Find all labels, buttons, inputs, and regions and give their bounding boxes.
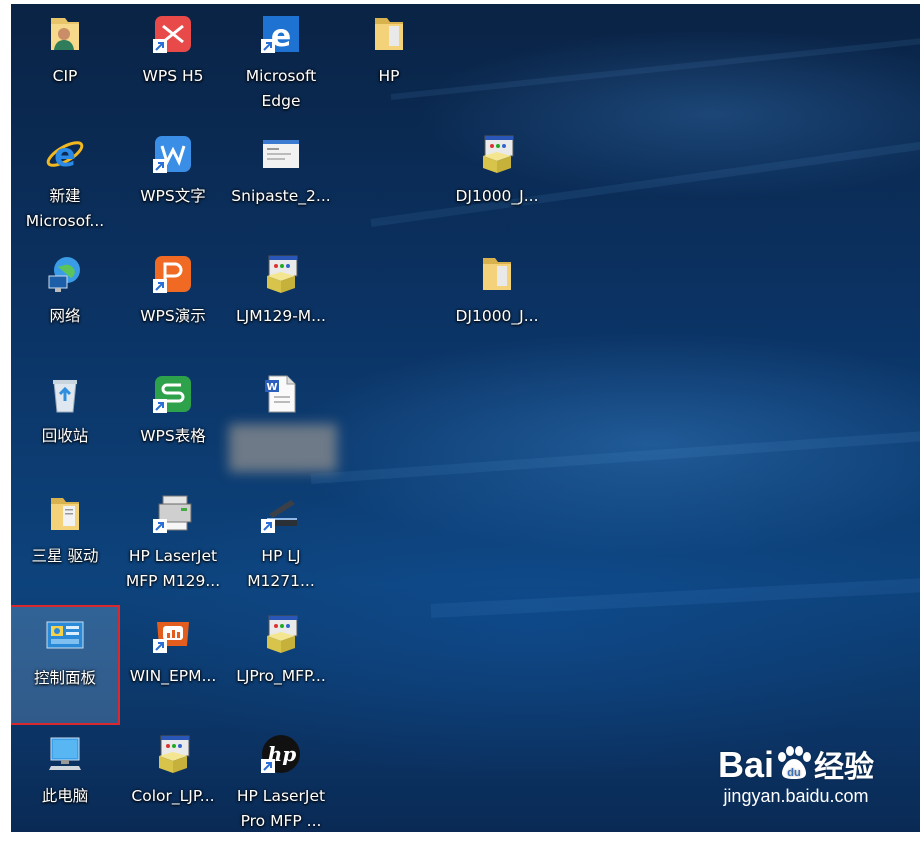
desktop-icon-control-panel[interactable]: 控制面板 xyxy=(11,605,120,725)
edge-icon: e xyxy=(261,14,301,54)
desktop-icon-label: Color_LJP... xyxy=(131,787,215,805)
desktop-icon-label: 回收站 xyxy=(41,427,89,445)
desktop-icon-hp-lj-m1271[interactable]: HP LJ M1271... xyxy=(227,484,335,602)
computer-icon xyxy=(45,734,85,774)
desktop-icon-label: 此电脑 xyxy=(41,787,89,805)
desktop-icon-network[interactable]: 网络 xyxy=(11,244,119,362)
network-icon xyxy=(45,254,85,294)
desktop-icon-label: DJ1000_J... xyxy=(455,187,539,205)
installer-icon xyxy=(477,134,517,174)
user-folder-icon xyxy=(45,14,85,54)
baidu-jingyan-watermark: Bai du 经验 jingyan.baidu.com xyxy=(718,742,874,807)
desktop-icon-label: LJPro_MFP... xyxy=(236,667,326,685)
svg-text:du: du xyxy=(787,767,800,779)
wps-presentation-icon xyxy=(153,254,193,294)
desktop-icon-wps-writer[interactable]: WPS文字 xyxy=(119,124,227,242)
wallpaper-beam xyxy=(310,429,920,484)
control-panel-icon xyxy=(45,616,85,656)
presentation-app-icon xyxy=(153,614,193,654)
desktop-icon-label: DJ1000_J... xyxy=(455,307,539,325)
watermark-brand: Bai du 经验 xyxy=(718,742,874,786)
desktop-icon-hp[interactable]: HP xyxy=(335,4,443,122)
desktop-icon-hp-laserjet-pro[interactable]: hp HP LaserJet Pro MFP ... xyxy=(227,724,335,832)
desktop-icon-label: HP xyxy=(378,67,400,85)
installer-icon xyxy=(261,254,301,294)
desktop-icon-label: WPS表格 xyxy=(140,427,206,445)
installer-icon xyxy=(153,734,193,774)
desktop-icon-snipaste[interactable]: Snipaste_2... xyxy=(227,124,335,242)
wallpaper-beam xyxy=(430,574,920,618)
desktop-icon-samsung-driver[interactable]: 三星 驱动 xyxy=(11,484,119,602)
desktop-icon-label: WPS H5 xyxy=(142,67,204,85)
folder-icon xyxy=(369,14,409,54)
desktop-icon-label: HP LaserJet Pro MFP ... xyxy=(236,787,326,830)
wps-writer-icon xyxy=(153,134,193,174)
desktop-icon-ljm129[interactable]: LJM129-M... xyxy=(227,244,335,362)
word-document-icon: W xyxy=(261,374,301,414)
desktop-icon-microsoft-edge[interactable]: e Microsoft Edge xyxy=(227,4,335,122)
desktop-icon-ljpro-mfp[interactable]: LJPro_MFP... xyxy=(227,604,335,722)
hp-logo-icon: hp xyxy=(261,734,301,774)
desktop-icon-label: CIP xyxy=(52,67,78,85)
wps-spreadsheet-icon xyxy=(153,374,193,414)
desktop-icon-win-epm[interactable]: WIN_EPM... xyxy=(119,604,227,722)
desktop-icon-new-microsoft[interactable]: e 新建 Microsof... xyxy=(11,124,119,242)
desktop-icon-label: 新建 Microsof... xyxy=(25,187,105,230)
desktop-icon-dj1000-folder[interactable]: DJ1000_J... xyxy=(443,244,551,362)
desktop-icon-label: 控制面板 xyxy=(33,669,96,687)
svg-text:W: W xyxy=(266,382,277,393)
desktop-icon-label: 网络 xyxy=(49,307,81,325)
recycle-bin-icon xyxy=(45,374,85,414)
ie-icon: e xyxy=(45,134,85,174)
wps-h5-icon xyxy=(153,14,193,54)
watermark-brand-suffix: 经验 xyxy=(814,751,874,784)
printer-icon xyxy=(153,494,193,534)
desktop-icon-label: Microsoft Edge xyxy=(245,67,317,110)
paw-icon: du xyxy=(778,746,811,779)
desktop-icon-wps-presentation[interactable]: WPS演示 xyxy=(119,244,227,362)
desktop-icon-label: Snipaste_2... xyxy=(231,187,331,205)
desktop-icon-label: HP LJ M1271... xyxy=(247,547,315,590)
desktop-icon-label: 三星 驱动 xyxy=(31,547,99,565)
desktop-icon-recycle-bin[interactable]: 回收站 xyxy=(11,364,119,482)
desktop-icon-this-pc[interactable]: 此电脑 xyxy=(11,724,119,832)
watermark-brand-text: Bai xyxy=(717,744,774,785)
installer-icon xyxy=(261,614,301,654)
desktop-icon-cip[interactable]: CIP xyxy=(11,4,119,122)
desktop[interactable]: CIP WPS H5 e Microsoft Edge HP e 新建 Micr… xyxy=(11,4,920,832)
scanner-icon xyxy=(261,494,301,534)
image-file-icon xyxy=(261,134,301,174)
desktop-icon-label: HP LaserJet MFP M129... xyxy=(125,547,221,590)
svg-text:e: e xyxy=(54,136,76,174)
blurred-filename xyxy=(229,424,337,472)
desktop-icon-dj1000-installer[interactable]: DJ1000_J... xyxy=(443,124,551,242)
watermark-url: jingyan.baidu.com xyxy=(723,786,869,806)
wallpaper-beam xyxy=(390,35,920,100)
folder-icon xyxy=(477,254,517,294)
desktop-icon-color-ljp[interactable]: Color_LJP... xyxy=(119,724,227,832)
desktop-icon-hp-laserjet-mfp[interactable]: HP LaserJet MFP M129... xyxy=(119,484,227,602)
desktop-icon-label: WIN_EPM... xyxy=(129,667,217,685)
desktop-icon-wps-h5[interactable]: WPS H5 xyxy=(119,4,227,122)
desktop-icon-label: WPS文字 xyxy=(140,187,206,205)
desktop-icon-label: WPS演示 xyxy=(140,307,206,325)
folder-icon xyxy=(45,494,85,534)
desktop-icon-wps-spreadsheet[interactable]: WPS表格 xyxy=(119,364,227,482)
desktop-icon-label: LJM129-M... xyxy=(236,307,326,325)
